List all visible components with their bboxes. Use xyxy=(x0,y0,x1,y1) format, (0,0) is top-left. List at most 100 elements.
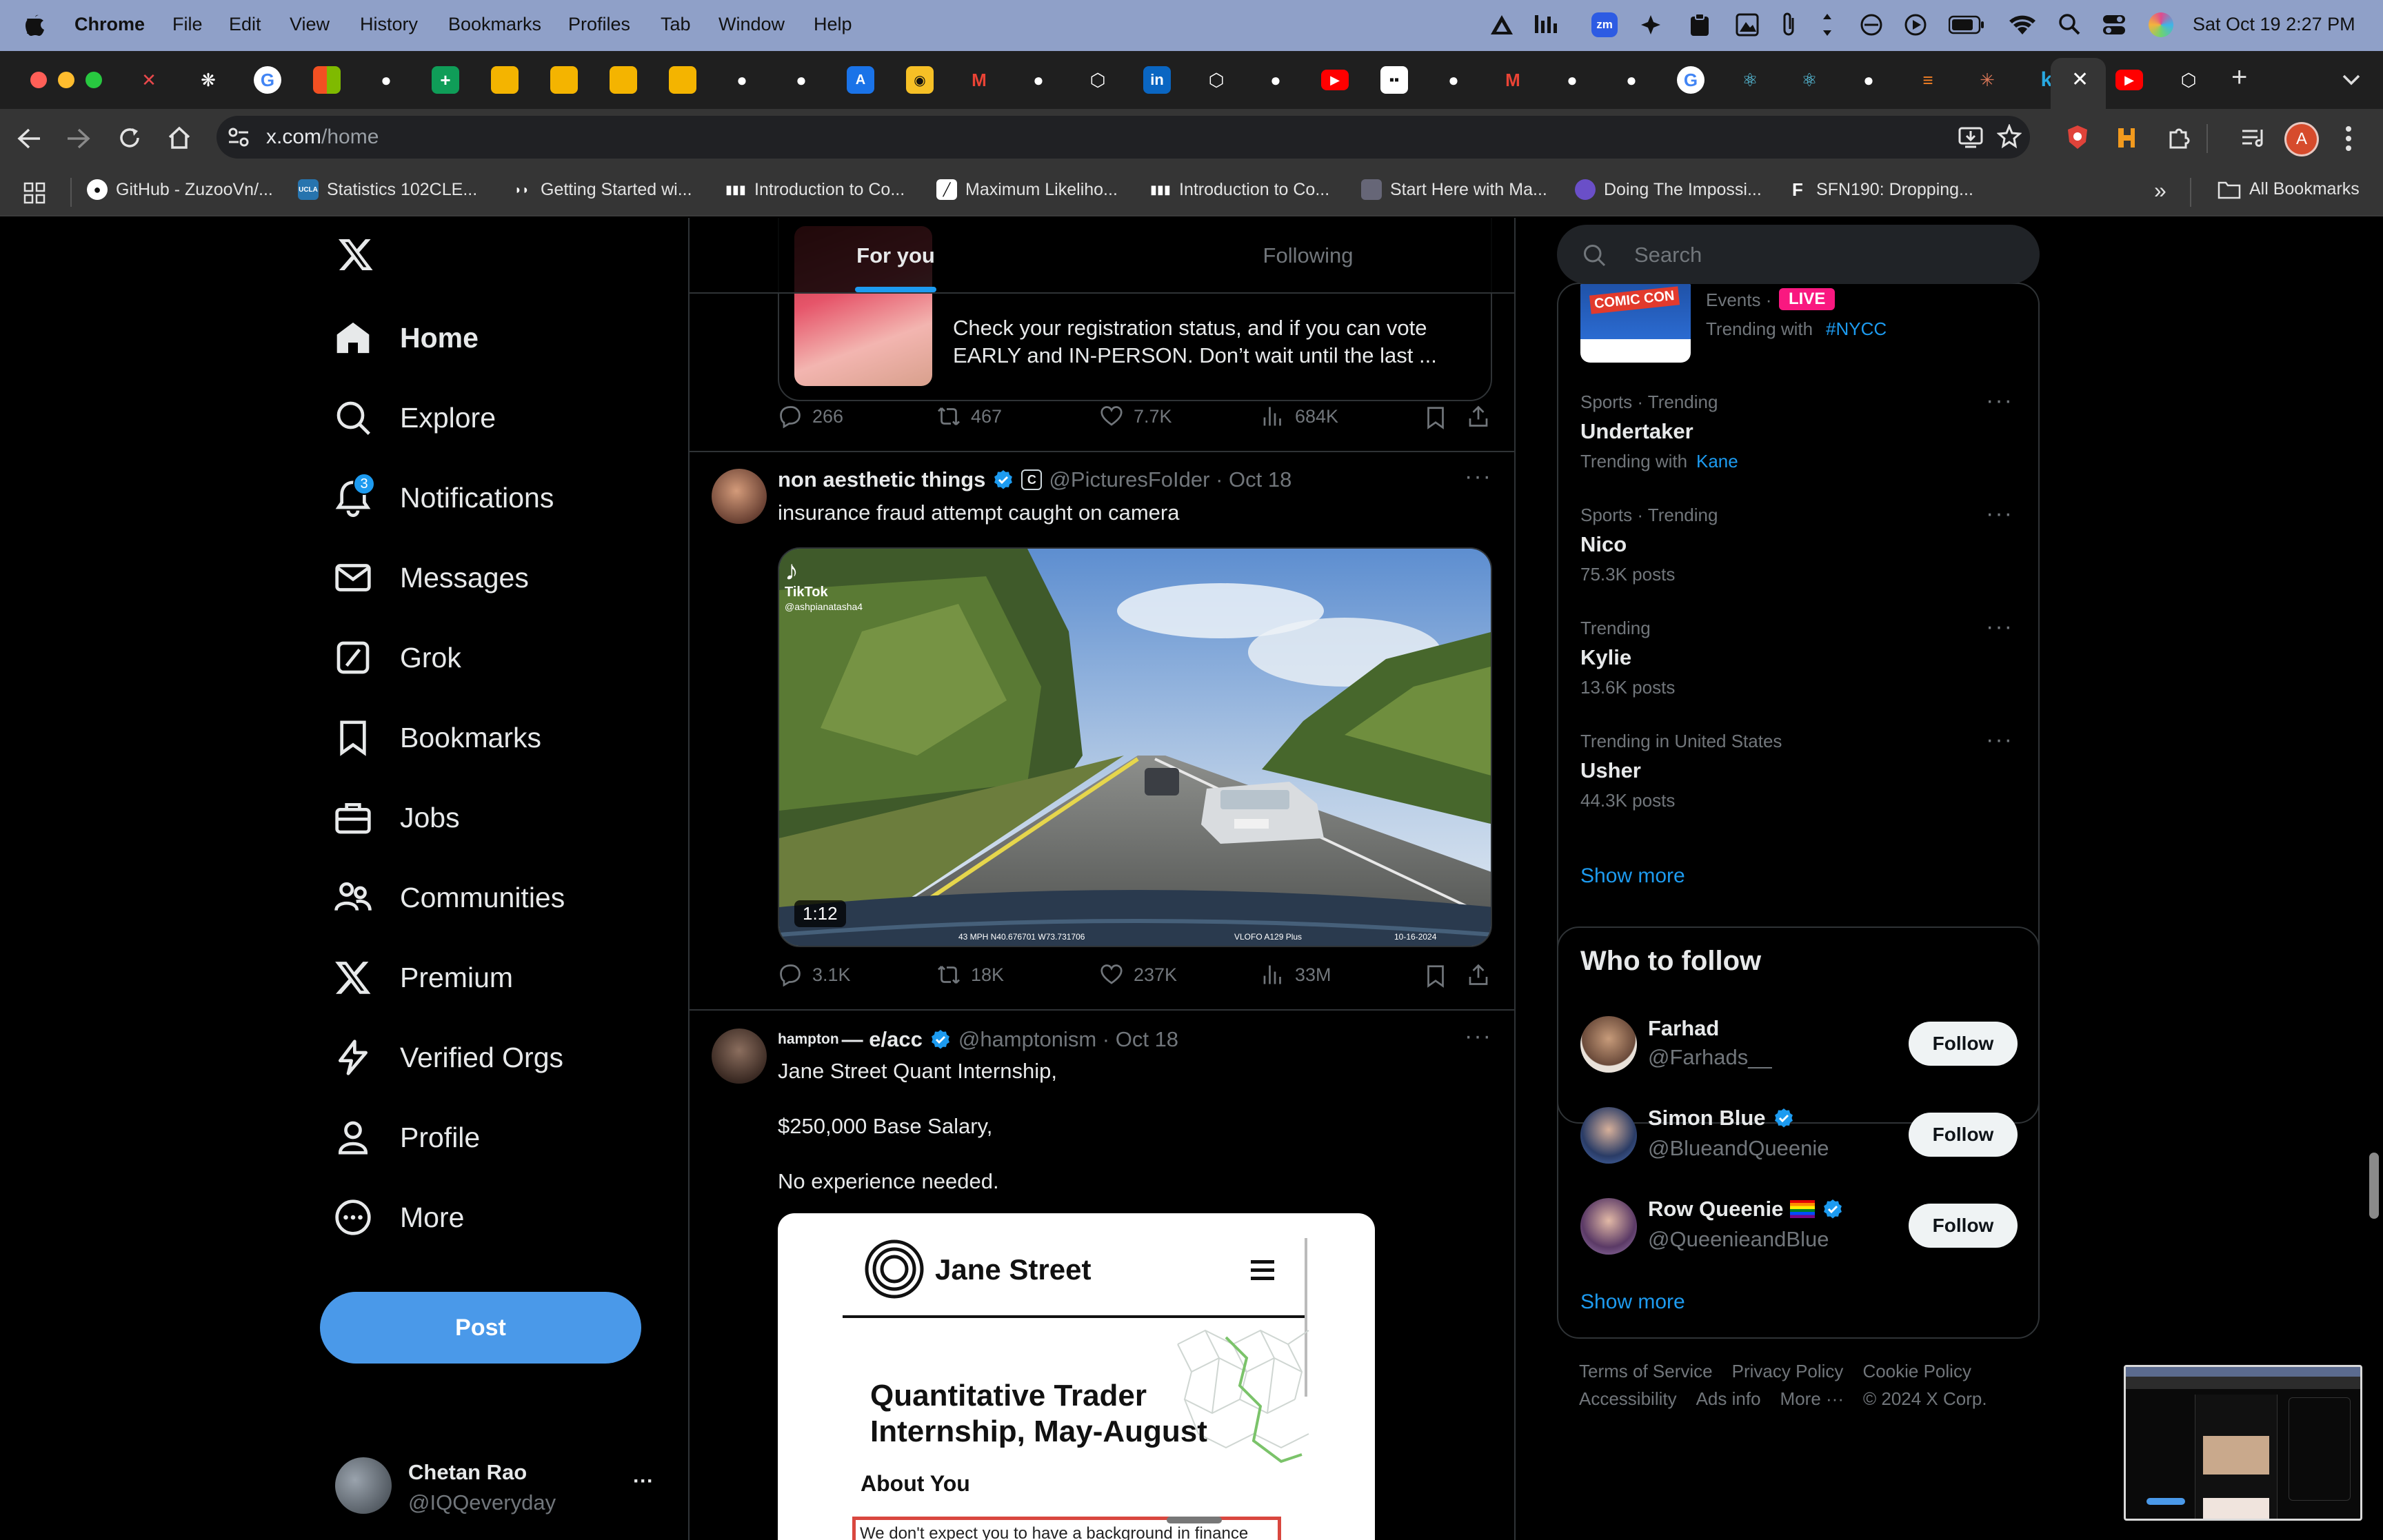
tab-following[interactable]: Following xyxy=(1102,218,1514,294)
tab-favicon-github-icon[interactable]: ● xyxy=(728,66,756,94)
tweet-author-name[interactable]: non aesthetic things xyxy=(778,467,985,492)
apps-grid-icon[interactable] xyxy=(23,182,46,204)
apple-menu-icon[interactable] xyxy=(25,12,46,37)
nav-more[interactable]: More xyxy=(334,1198,464,1237)
tab-close-icon[interactable]: ✕ xyxy=(2071,68,2089,92)
trend-item[interactable]: Trending Kylie 13.6K posts ··· xyxy=(1558,614,2038,727)
tab-favicon-github-icon[interactable]: ● xyxy=(787,66,815,94)
address-bar[interactable]: x.com /home xyxy=(217,116,2030,159)
tab-favicon-slides-icon[interactable] xyxy=(610,66,637,94)
siri-icon[interactable] xyxy=(2149,12,2173,37)
reply-button[interactable]: 3.1K xyxy=(778,962,851,987)
menubar-clock[interactable]: Sat Oct 19 2:27 PM xyxy=(2193,14,2355,35)
bookmark-github-zuzoovn[interactable]: ● GitHub - ZuzooVn/... xyxy=(87,179,273,200)
follow-button[interactable]: Follow xyxy=(1909,1204,2018,1248)
image-status-icon[interactable] xyxy=(1735,12,1760,37)
event-thumbnail[interactable]: COMIC CON xyxy=(1580,284,1691,363)
media-controls-icon[interactable] xyxy=(2241,125,2267,150)
back-arrow-icon[interactable] xyxy=(17,127,41,150)
extensions-puzzle-icon[interactable] xyxy=(2166,125,2191,150)
tab-favicon-github-icon[interactable]: ● xyxy=(372,66,400,94)
footer-terms-link[interactable]: Terms of Service xyxy=(1579,1361,1713,1382)
tab-favicon-youtube-icon[interactable]: ▶ xyxy=(1321,70,1349,90)
app-menu-chrome[interactable]: Chrome xyxy=(74,14,145,35)
menu-edit[interactable]: Edit xyxy=(229,14,261,35)
delta-status-icon[interactable] xyxy=(1489,14,1514,36)
trend-item[interactable]: Sports · Trending Undertaker Trending wi… xyxy=(1558,387,2038,500)
all-bookmarks-button[interactable]: All Bookmarks xyxy=(2218,179,2360,199)
nav-jobs[interactable]: Jobs xyxy=(334,798,460,837)
new-tab-button[interactable]: + xyxy=(2231,62,2247,93)
nav-messages[interactable]: Messages xyxy=(334,558,529,597)
footer-cookie-link[interactable]: Cookie Policy xyxy=(1862,1361,1971,1382)
tab-favicon-claude-icon[interactable]: ✳ xyxy=(1973,66,2001,94)
play-status-icon[interactable] xyxy=(1903,12,1928,37)
tab-favicon-microsoft-icon[interactable] xyxy=(313,66,341,94)
tweet-more-icon[interactable]: ··· xyxy=(1465,1023,1492,1050)
follow-suggestion[interactable]: Farhad @Farhads__ Follow xyxy=(1558,1004,2041,1093)
trend-more-icon[interactable]: ··· xyxy=(1986,727,2013,753)
tab-favicon-github-icon[interactable]: ● xyxy=(1440,66,1467,94)
window-zoom-button[interactable] xyxy=(86,72,102,88)
like-button[interactable]: 7.7K xyxy=(1099,404,1172,429)
menu-view[interactable]: View xyxy=(290,14,330,35)
retweet-button[interactable]: 18K xyxy=(936,962,1004,987)
bookmark-doing-the-impossible[interactable]: Doing The Impossi... xyxy=(1575,179,1762,200)
tab-favicon-slides-icon[interactable] xyxy=(550,66,578,94)
account-more-icon[interactable]: ··· xyxy=(633,1470,654,1493)
share-icon[interactable] xyxy=(1466,404,1491,429)
tab-favicon-appstore-icon[interactable]: A xyxy=(847,66,874,94)
footer-privacy-link[interactable]: Privacy Policy xyxy=(1732,1361,1844,1382)
active-tab[interactable]: ✕ xyxy=(2051,58,2106,109)
spotlight-search-icon[interactable] xyxy=(2058,12,2081,37)
brave-shield-extension-icon[interactable] xyxy=(2066,124,2089,152)
control-center-icon[interactable] xyxy=(2102,12,2126,37)
views-button[interactable]: 684K xyxy=(1260,404,1338,429)
footer-accessibility-link[interactable]: Accessibility xyxy=(1579,1388,1677,1410)
install-app-icon[interactable] xyxy=(1958,125,1983,149)
event-hashtag-link[interactable]: #NYCC xyxy=(1826,318,1887,340)
wifi-status-icon[interactable] xyxy=(2008,12,2037,36)
like-button[interactable]: 237K xyxy=(1099,962,1177,987)
tab-search-chevron-icon[interactable] xyxy=(2342,73,2361,87)
tab-for-you[interactable]: For you xyxy=(690,218,1102,294)
nav-verified-orgs[interactable]: Verified Orgs xyxy=(334,1038,563,1077)
more-bookmarks-chevron-icon[interactable]: » xyxy=(2154,178,2166,203)
trend-more-icon[interactable]: ··· xyxy=(1986,387,2013,414)
menu-bookmarks[interactable]: Bookmarks xyxy=(448,14,541,35)
bookmark-icon[interactable] xyxy=(1423,405,1448,430)
trend-item[interactable]: Sports · Trending Nico 75.3K posts ··· xyxy=(1558,500,2038,614)
tab-favicon-github-icon[interactable]: ● xyxy=(1262,66,1289,94)
bookmark-statistics[interactable]: UCLA Statistics 102CLE... xyxy=(298,179,477,200)
tab-favicon-react-icon[interactable]: ⚛ xyxy=(1736,66,1764,94)
tab-favicon-openai-icon[interactable]: ❋ xyxy=(194,66,222,94)
tweet-author-name-small[interactable]: hampton xyxy=(778,1031,839,1048)
footer-more-link[interactable]: More ··· xyxy=(1780,1388,1844,1410)
tab-favicon-openai-icon[interactable]: ⬡ xyxy=(1084,66,1112,94)
tab-favicon-github-icon[interactable]: ● xyxy=(1618,66,1645,94)
screenshot-thumbnail-preview[interactable] xyxy=(2124,1365,2362,1521)
tweet-handle-date[interactable]: @PicturesFoIder · Oct 18 xyxy=(1049,467,1291,492)
menu-history[interactable]: History xyxy=(360,14,418,35)
menu-file[interactable]: File xyxy=(172,14,203,35)
zoom-status-icon[interactable]: zm xyxy=(1591,12,1618,37)
tab-favicon-linkedin-icon[interactable]: in xyxy=(1143,66,1171,94)
battery-status-icon[interactable] xyxy=(1949,15,1984,34)
forward-arrow-icon[interactable] xyxy=(66,127,91,150)
nav-premium[interactable]: Premium xyxy=(334,958,513,997)
bookmark-sfn190[interactable]: F SFN190: Dropping... xyxy=(1787,179,1973,200)
reload-icon[interactable] xyxy=(117,125,142,152)
page-scrollbar-thumb[interactable] xyxy=(2369,1153,2379,1219)
footer-ads-info-link[interactable]: Ads info xyxy=(1696,1388,1761,1410)
tweet-avatar[interactable] xyxy=(712,469,767,524)
follow-button[interactable]: Follow xyxy=(1909,1113,2018,1157)
trend-related-link[interactable]: Kane xyxy=(1696,451,1738,472)
drone-status-icon[interactable] xyxy=(1638,12,1663,37)
tab-favicon-stackoverflow-icon[interactable]: ≡ xyxy=(1914,66,1942,94)
tab-favicon-x-icon[interactable]: ✕ xyxy=(135,66,163,94)
views-button[interactable]: 33M xyxy=(1260,962,1331,987)
tab-favicon-openai-icon[interactable]: ⬡ xyxy=(1203,66,1230,94)
tab-favicon-google-icon[interactable]: G xyxy=(254,66,281,94)
follow-suggestion[interactable]: Simon Blue @BlueandQueenie Follow xyxy=(1558,1095,2041,1184)
tweet-video[interactable]: ♪ TikTok @ashpianatasha4 43 MPH N40.6767… xyxy=(778,547,1492,947)
